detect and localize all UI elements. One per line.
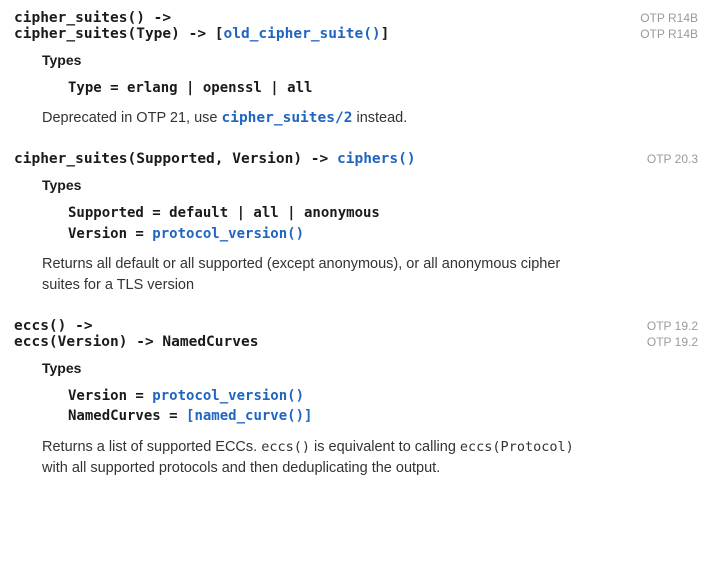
sig-text: eccs(Version) -> NamedCurves [14, 334, 258, 350]
desc-text: Returns all default or all supported (ex… [42, 256, 560, 293]
sig-text: cipher_suites() -> [14, 10, 171, 26]
since-badge: OTP 20.3 [647, 152, 698, 166]
function-section: eccs() -> OTP 19.2 eccs(Version) -> Name… [14, 318, 698, 479]
function-section: cipher_suites() -> OTP R14B cipher_suite… [14, 10, 698, 129]
signature-row: cipher_suites() -> OTP R14B [14, 10, 698, 26]
desc-text: is equivalent to calling [310, 439, 460, 455]
types-block: Types Type = erlang | openssl | all Depr… [42, 52, 698, 129]
function-section: cipher_suites(Supported, Version) -> cip… [14, 151, 698, 296]
type-text: Supported = default | all | anonymous [68, 205, 380, 221]
signature-row: cipher_suites(Supported, Version) -> cip… [14, 151, 698, 167]
description: Returns all default or all supported (ex… [42, 254, 602, 296]
type-text: Version = [68, 226, 152, 242]
type-definition: Version = protocol_version() [68, 386, 698, 406]
function-signature[interactable]: cipher_suites() -> [14, 10, 632, 26]
sig-text: ] [381, 26, 390, 42]
types-heading: Types [42, 52, 698, 68]
function-signature[interactable]: eccs(Version) -> NamedCurves [14, 334, 639, 350]
signature-row: eccs() -> OTP 19.2 [14, 318, 698, 334]
type-definition: Version = protocol_version() [68, 224, 698, 244]
sig-text: cipher_suites(Type) -> [ [14, 26, 224, 42]
sig-text: eccs() -> [14, 318, 93, 334]
signature-row: eccs(Version) -> NamedCurves OTP 19.2 [14, 334, 698, 350]
since-badge: OTP 19.2 [647, 319, 698, 333]
type-definition: Supported = default | all | anonymous [68, 203, 698, 223]
description: Returns a list of supported ECCs. eccs()… [42, 437, 602, 479]
type-definitions: Supported = default | all | anonymous Ve… [68, 203, 698, 244]
type-text: Type = erlang | openssl | all [68, 80, 312, 96]
types-heading: Types [42, 360, 698, 376]
type-definitions: Version = protocol_version() NamedCurves… [68, 386, 698, 427]
desc-text: instead. [352, 110, 407, 126]
signature-row: cipher_suites(Type) -> [old_cipher_suite… [14, 26, 698, 42]
type-link[interactable]: [named_curve()] [186, 408, 312, 424]
types-block: Types Version = protocol_version() Named… [42, 360, 698, 479]
type-link[interactable]: protocol_version() [152, 388, 304, 404]
since-badge: OTP R14B [640, 27, 698, 41]
function-signature[interactable]: eccs() -> [14, 318, 639, 334]
desc-text: with all supported protocols and then de… [42, 460, 440, 476]
function-signature[interactable]: cipher_suites(Type) -> [old_cipher_suite… [14, 26, 632, 42]
type-text: Version = [68, 388, 152, 404]
description: Deprecated in OTP 21, use cipher_suites/… [42, 108, 602, 129]
inline-code: eccs() [261, 439, 310, 455]
function-link[interactable]: cipher_suites/2 [221, 110, 352, 126]
since-badge: OTP R14B [640, 11, 698, 25]
type-link[interactable]: old_cipher_suite() [224, 26, 381, 42]
inline-code: eccs(Protocol) [460, 439, 574, 455]
sig-text: cipher_suites(Supported, Version) -> [14, 151, 337, 167]
desc-text: Returns a list of supported ECCs. [42, 439, 261, 455]
desc-text: Deprecated in OTP 21, use [42, 110, 221, 126]
since-badge: OTP 19.2 [647, 335, 698, 349]
type-definition: NamedCurves = [named_curve()] [68, 406, 698, 426]
type-definition: Type = erlang | openssl | all [68, 78, 698, 98]
types-heading: Types [42, 177, 698, 193]
function-signature[interactable]: cipher_suites(Supported, Version) -> cip… [14, 151, 639, 167]
type-link[interactable]: ciphers() [337, 151, 416, 167]
types-block: Types Supported = default | all | anonym… [42, 177, 698, 296]
type-text: NamedCurves = [68, 408, 186, 424]
type-link[interactable]: protocol_version() [152, 226, 304, 242]
